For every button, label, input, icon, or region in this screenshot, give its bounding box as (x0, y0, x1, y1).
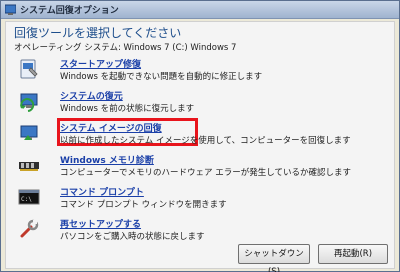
system-image-recovery-icon (20, 125, 38, 140)
system-restore-desc: Windows を前の状態に復元します (60, 104, 195, 114)
system-restore-link[interactable]: システムの復元 (60, 89, 123, 102)
list-item-command-prompt[interactable]: C:\ コマンド プロンプト コマンド プロンプト ウィンドウを開きます (12, 184, 392, 212)
startup-repair-desc: Windows を起動できない問題を自動的に修正します (60, 72, 263, 82)
list-item-startup-repair[interactable]: スタートアップ修復 Windows を起動できない問題を自動的に修正します (12, 56, 392, 84)
memory-diagnostic-icon (19, 162, 39, 171)
app-icon (5, 4, 16, 15)
command-prompt-desc: コマンド プロンプト ウィンドウを開きます (60, 200, 227, 210)
memory-diagnostic-desc: コンピューターでメモリのハードウェア エラーが発生しているか確認します (60, 168, 351, 178)
svg-text:C:\: C:\ (21, 196, 32, 203)
list-item-reinstall[interactable]: 再セットアップする パソコンをご購入時の状態に戻します (12, 216, 392, 244)
list-item-system-image-recovery[interactable]: システム イメージの回復 以前に作成したシステム イメージを使用して、コンピュー… (12, 118, 392, 148)
startup-repair-icon (20, 59, 38, 79)
startup-repair-link[interactable]: スタートアップ修復 (60, 57, 141, 70)
reinstall-icon (20, 219, 39, 238)
system-image-recovery-link[interactable]: システム イメージの回復 (60, 121, 162, 134)
system-image-recovery-desc: 以前に作成したシステム イメージを使用して、コンピューターを回復します (60, 136, 351, 146)
shutdown-button[interactable]: シャットダウン(S) (238, 244, 310, 272)
window-title: システム回復オプション (20, 6, 119, 16)
reinstall-desc: パソコンをご購入時の状態に戻します (60, 232, 205, 242)
command-prompt-link[interactable]: コマンド プロンプト (60, 185, 144, 198)
command-prompt-icon: C:\ (18, 189, 40, 205)
restart-button[interactable]: 再起動(R) (318, 244, 388, 264)
list-item-system-restore[interactable]: システムの復元 Windows を前の状態に復元します (12, 88, 392, 116)
main-panel: 回復ツールを選択してください オペレーティング システム: Windows 7 … (5, 21, 395, 272)
os-info: オペレーティング システム: Windows 7 (C:) Windows 7 (14, 43, 237, 53)
memory-diagnostic-link[interactable]: Windows メモリ診断 (60, 153, 154, 166)
title-bar: システム回復オプション (1, 1, 399, 19)
reinstall-link[interactable]: 再セットアップする (60, 217, 141, 230)
system-restore-icon (20, 93, 38, 112)
recovery-options-window: システム回復オプション 回復ツールを選択してください オペレーティング システム… (0, 0, 400, 272)
page-title: 回復ツールを選択してください (14, 26, 182, 40)
list-item-memory-diagnostic[interactable]: Windows メモリ診断 コンピューターでメモリのハードウェア エラーが発生し… (12, 152, 392, 180)
